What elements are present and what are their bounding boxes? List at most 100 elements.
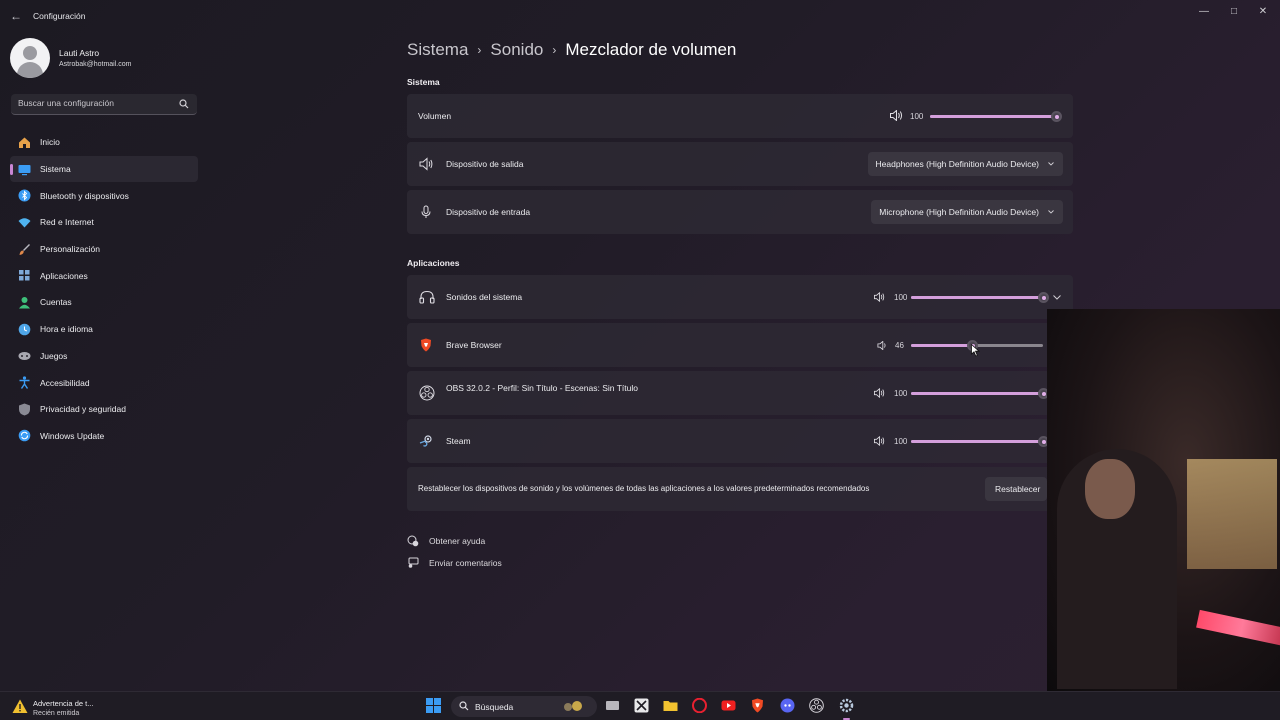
taskbar-search-label: Búsqueda — [475, 702, 514, 712]
settings-search[interactable] — [11, 94, 197, 115]
search-highlight-icon — [564, 701, 582, 711]
app-volume-value: 100 — [894, 293, 908, 302]
send-feedback-link[interactable]: Enviar comentarios — [407, 557, 502, 569]
output-device-dropdown[interactable]: Headphones (High Definition Audio Device… — [867, 152, 1063, 176]
close-button[interactable]: ✕ — [1256, 6, 1270, 17]
app-volume-slider[interactable] — [911, 292, 1049, 303]
discord-icon[interactable] — [780, 698, 795, 713]
sidebar-item-privacidad[interactable]: Privacidad y seguridad — [10, 396, 198, 423]
shield-icon — [18, 403, 31, 416]
title-bar: ← Configuración — □ ✕ — [0, 0, 1280, 32]
obs-icon[interactable] — [809, 698, 824, 713]
app-volume-value: 100 — [894, 389, 908, 398]
output-device-selected: Headphones (High Definition Audio Device… — [875, 159, 1039, 169]
get-help-label: Obtener ayuda — [429, 536, 486, 546]
section-label-aplicaciones: Aplicaciones — [407, 258, 460, 268]
settings-taskbar-button[interactable] — [839, 698, 854, 720]
app-row-system-sounds: Sonidos del sistema 100 — [407, 275, 1073, 319]
update-icon — [18, 429, 31, 442]
sidebar-item-windows-update[interactable]: Windows Update — [10, 423, 198, 450]
notification-subtitle: Recién emitida — [33, 710, 80, 717]
accessibility-icon — [18, 376, 31, 389]
app-row-obs: OBS 32.0.2 - Perfil: Sin Título - Escena… — [407, 371, 1073, 415]
sidebar-item-cuentas[interactable]: Cuentas — [10, 289, 198, 316]
sidebar-item-red[interactable]: Red e Internet — [10, 209, 198, 236]
page-title: Mezclador de volumen — [565, 40, 737, 59]
start-button[interactable] — [426, 698, 441, 713]
home-icon — [18, 136, 31, 149]
input-device-card: Dispositivo de entrada Microphone (High … — [407, 190, 1073, 234]
taskbar: Advertencia de t... Recién emitida Búsqu… — [0, 691, 1280, 720]
brave-icon — [421, 338, 431, 352]
speaker-icon[interactable] — [890, 110, 903, 121]
app-label: Brave Browser — [446, 340, 502, 350]
send-feedback-label: Enviar comentarios — [429, 558, 502, 568]
volume-value: 100 — [910, 112, 924, 121]
reset-button[interactable]: Restablecer — [985, 477, 1047, 501]
app-label: OBS 32.0.2 - Perfil: Sin Título - Escena… — [446, 383, 638, 393]
breadcrumb-sistema[interactable]: Sistema — [407, 40, 468, 60]
output-device-label: Dispositivo de salida — [446, 159, 524, 169]
breadcrumb-sonido[interactable]: Sonido — [490, 40, 543, 60]
search-input[interactable] — [18, 98, 178, 108]
output-device-card: Dispositivo de salida Headphones (High D… — [407, 142, 1073, 186]
speaker-low-icon[interactable] — [877, 341, 887, 350]
brave-icon[interactable] — [750, 698, 765, 713]
speaker-icon[interactable] — [874, 436, 885, 446]
chevron-down-icon[interactable] — [1053, 294, 1061, 301]
speaker-icon[interactable] — [874, 292, 885, 302]
input-device-dropdown[interactable]: Microphone (High Definition Audio Device… — [871, 200, 1063, 224]
accounts-icon — [18, 296, 31, 309]
task-view-icon[interactable] — [605, 698, 620, 713]
opera-icon[interactable] — [692, 698, 707, 713]
sidebar-item-sistema[interactable]: Sistema — [10, 155, 198, 183]
notification-title: Advertencia de t... — [33, 699, 94, 708]
sidebar-item-hora[interactable]: Hora e idioma — [10, 316, 198, 343]
obs-icon — [419, 385, 435, 401]
help-icon — [407, 535, 419, 547]
app-label: Sonidos del sistema — [446, 292, 523, 302]
avatar — [10, 38, 50, 78]
get-help-link[interactable]: Obtener ayuda — [407, 535, 485, 547]
app-volume-slider[interactable] — [911, 388, 1049, 399]
steam-icon — [419, 435, 432, 447]
volume-slider[interactable] — [930, 111, 1062, 122]
sidebar-item-juegos[interactable]: Juegos — [10, 343, 198, 370]
chevron-right-icon: › — [552, 43, 557, 57]
bluetooth-icon — [18, 189, 31, 202]
input-device-label: Dispositivo de entrada — [446, 207, 531, 217]
input-device-selected: Microphone (High Definition Audio Device… — [879, 207, 1039, 217]
speaker-icon — [419, 157, 433, 171]
sidebar-item-bluetooth[interactable]: Bluetooth y dispositivos — [10, 182, 198, 209]
mouse-cursor-icon — [971, 344, 980, 357]
chevron-right-icon: › — [477, 43, 482, 57]
webcam-overlay — [1047, 309, 1280, 691]
apps-icon — [18, 269, 31, 282]
speaker-icon[interactable] — [874, 388, 885, 398]
taskbar-search[interactable]: Búsqueda — [451, 696, 597, 717]
capcut-icon[interactable] — [634, 698, 649, 713]
app-volume-value: 46 — [895, 341, 904, 350]
file-explorer-icon[interactable] — [663, 698, 678, 713]
back-arrow-icon[interactable]: ← — [10, 9, 24, 23]
chevron-down-icon — [1048, 210, 1054, 214]
headphones-icon — [419, 290, 435, 304]
search-icon[interactable] — [179, 99, 189, 109]
reset-card: Restablecer los dispositivos de sonido y… — [407, 467, 1073, 511]
sidebar-item-inicio[interactable]: Inicio — [10, 129, 198, 156]
minimize-button[interactable]: — — [1197, 6, 1211, 17]
sidebar-item-personalizacion[interactable]: Personalización — [10, 236, 198, 263]
maximize-button[interactable]: □ — [1227, 6, 1241, 17]
sidebar-item-accesibilidad[interactable]: Accesibilidad — [10, 369, 198, 396]
brush-icon — [18, 243, 31, 256]
sidebar-item-aplicaciones[interactable]: Aplicaciones — [10, 262, 198, 289]
feedback-icon — [408, 557, 419, 568]
youtube-icon[interactable] — [721, 698, 736, 713]
profile-email: Astrobak@hotmail.com — [59, 61, 132, 68]
section-label-sistema: Sistema — [407, 77, 440, 87]
user-profile[interactable]: Lauti Astro Astrobak@hotmail.com — [10, 38, 131, 78]
settings-icon — [839, 698, 854, 713]
microphone-icon — [421, 205, 431, 218]
app-volume-slider[interactable] — [911, 436, 1049, 447]
app-row-steam: Steam 100 — [407, 419, 1073, 463]
